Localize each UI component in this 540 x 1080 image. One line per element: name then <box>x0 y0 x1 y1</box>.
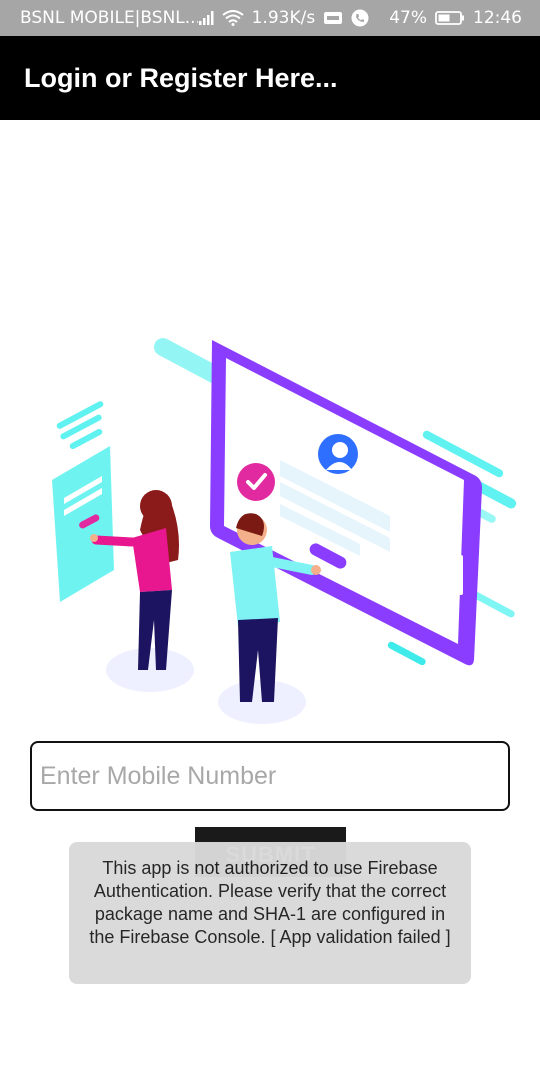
clock: 12:46 <box>473 8 522 28</box>
carrier-label: BSNL MOBILE|BSNL... <box>20 8 198 28</box>
battery-icon <box>435 10 465 26</box>
wifi-icon <box>221 10 244 26</box>
toast-message: This app is not authorized to use Fireba… <box>89 858 451 947</box>
status-bar: BSNL MOBILE|BSNL... 1.93K/s 47% 12:46 <box>0 0 540 36</box>
status-icons: 1.93K/s 47% 12:46 <box>198 8 522 28</box>
error-toast: This app is not authorized to use Fireba… <box>69 842 471 984</box>
signal-icon <box>198 10 214 26</box>
page-title: Login or Register Here... <box>24 62 338 93</box>
call-icon <box>351 9 369 27</box>
net-speed: 1.93K/s <box>251 8 316 28</box>
volte-icon <box>323 10 343 26</box>
login-illustration <box>52 338 517 724</box>
mobile-number-input[interactable] <box>30 741 510 811</box>
app-bar: Login or Register Here... <box>0 36 540 120</box>
battery-level: 47% <box>389 8 427 28</box>
